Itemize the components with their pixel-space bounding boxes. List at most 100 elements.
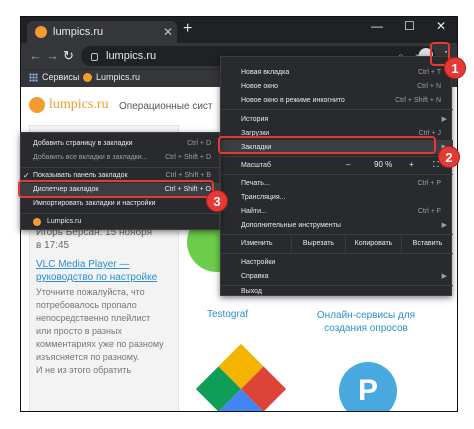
submenu-divider bbox=[21, 167, 221, 168]
article-link-cont[interactable]: руководство по настройке bbox=[36, 271, 172, 284]
menu-item-label: Справка bbox=[241, 272, 269, 280]
minimize-button[interactable]: — bbox=[371, 19, 383, 33]
step-badge-3: 3 bbox=[206, 190, 228, 212]
zoom-out-button[interactable]: – bbox=[346, 158, 350, 172]
bookmark-services[interactable]: Сервисы bbox=[29, 72, 79, 82]
back-arrow-icon[interactable]: ← bbox=[29, 48, 42, 63]
testograf-link[interactable]: Testograf bbox=[207, 309, 248, 320]
menu-divider bbox=[221, 234, 453, 235]
menu-item-label: Масштаб bbox=[241, 161, 271, 169]
menu-item-more-tools[interactable]: Дополнительные инструменты ▶ bbox=[221, 218, 453, 232]
highlight-bookmarks-item bbox=[218, 136, 436, 154]
menu-item-shortcut: Ctrl + F bbox=[417, 207, 441, 215]
menu-item-shortcut: Ctrl + T bbox=[417, 68, 441, 76]
tab-bar: lumpics.ru ✕ + — ☐ ✕ bbox=[21, 17, 457, 43]
comment-text-line: потребовалось пропало bbox=[36, 300, 137, 310]
submenu-item-add-all[interactable]: Добавить все вкладки в закладки... Ctrl … bbox=[21, 151, 221, 165]
comment-text-line: Уточните пожалуйста, что bbox=[36, 287, 145, 297]
bookmark-label: Сервисы bbox=[42, 72, 80, 82]
submenu-item-label: Добавить страницу в закладки bbox=[33, 140, 133, 147]
menu-item-shortcut: Ctrl + P bbox=[417, 179, 441, 187]
site-favicon-icon bbox=[35, 26, 47, 38]
menu-item-shortcut: Ctrl + Shift + N bbox=[395, 96, 441, 104]
new-tab-button[interactable]: + bbox=[183, 20, 192, 38]
submenu-item-import[interactable]: Импортировать закладки и настройки bbox=[21, 197, 221, 211]
lock-icon bbox=[91, 53, 98, 61]
bookmark-lumpics[interactable]: Lumpics.ru bbox=[83, 72, 140, 82]
submenu-item-shortcut: Ctrl + Shift + D bbox=[165, 154, 211, 161]
apps-icon bbox=[29, 72, 38, 82]
site-nav-text[interactable]: Операционные сист bbox=[119, 101, 213, 112]
menu-item-find[interactable]: Найти... Ctrl + F bbox=[221, 204, 453, 218]
menu-item-print[interactable]: Печать... Ctrl + P bbox=[221, 176, 453, 190]
submenu-item-label: Lumpics.ru bbox=[47, 218, 82, 225]
p-logo[interactable]: P bbox=[339, 362, 397, 411]
menu-divider bbox=[221, 253, 453, 254]
menu-item-help[interactable]: Справка ▶ bbox=[221, 269, 453, 283]
online-surveys-link[interactable]: Онлайн-сервисы для создания опросов bbox=[311, 309, 421, 335]
comment-text-line: комментариях уже по разному bbox=[36, 339, 164, 349]
forward-arrow-icon[interactable]: → bbox=[46, 48, 59, 63]
cut-button[interactable]: Вырезать bbox=[291, 236, 345, 252]
checkmark-icon: ✓ bbox=[23, 171, 30, 180]
menu-item-incognito[interactable]: Новое окно в режиме инкогнито Ctrl + Shi… bbox=[221, 93, 453, 107]
menu-item-history[interactable]: История ▶ bbox=[221, 112, 453, 126]
menu-item-label: Трансляция... bbox=[241, 193, 286, 201]
submenu-item-shortcut: Ctrl + D bbox=[187, 140, 211, 147]
article-link[interactable]: VLC Media Player — bbox=[36, 258, 172, 271]
comment-text-line: И не из этого обратить bbox=[36, 365, 132, 375]
submenu-item-lumpics[interactable]: Lumpics.ru bbox=[21, 215, 221, 229]
submenu-arrow-icon: ▶ bbox=[441, 116, 447, 123]
comment-card: Игорь Берсан: 15 ноября в 17:45 VLC Medi… bbox=[36, 226, 172, 411]
step-badge-2: 2 bbox=[438, 146, 460, 168]
step-badge-1: 1 bbox=[444, 57, 466, 79]
menu-item-new-window[interactable]: Новое окно Ctrl + N bbox=[221, 79, 453, 93]
submenu-divider bbox=[21, 213, 221, 214]
menu-item-cast[interactable]: Трансляция... bbox=[221, 190, 453, 204]
menu-item-exit[interactable]: Выход bbox=[221, 284, 453, 298]
browser-tab[interactable]: lumpics.ru ✕ bbox=[27, 21, 177, 43]
menu-item-label: Выход bbox=[241, 288, 262, 295]
chrome-main-menu: Новая вкладка Ctrl + T Новое окно Ctrl +… bbox=[220, 56, 453, 298]
colorful-diamond-logo[interactable] bbox=[195, 343, 287, 411]
menu-edit-row: Изменить Вырезать Копировать Вставить bbox=[221, 236, 453, 252]
menu-item-label: Печать... bbox=[241, 179, 270, 187]
bookmark-label: Lumpics.ru bbox=[96, 72, 141, 82]
menu-item-zoom: Масштаб – 90 % + ⛶ bbox=[221, 158, 453, 172]
maximize-button[interactable]: ☐ bbox=[404, 19, 415, 33]
menu-item-label: Найти... bbox=[241, 207, 267, 215]
menu-divider bbox=[221, 174, 453, 175]
menu-item-new-tab[interactable]: Новая вкладка Ctrl + T bbox=[221, 65, 453, 79]
zoom-value: 90 % bbox=[374, 160, 393, 169]
comment-text-line: или просто в разных bbox=[36, 326, 122, 336]
menu-item-settings[interactable]: Настройки bbox=[221, 255, 453, 269]
edit-label: Изменить bbox=[241, 240, 273, 247]
comment-text-line: непосредственно плейлист bbox=[36, 313, 151, 323]
submenu-item-add-page[interactable]: Добавить страницу в закладки Ctrl + D bbox=[21, 137, 221, 151]
p-letter: P bbox=[357, 374, 378, 407]
copy-button[interactable]: Копировать bbox=[345, 236, 401, 252]
submenu-item-label: Показывать панель закладок bbox=[33, 172, 128, 179]
menu-item-label: Новое окно в режиме инкогнито bbox=[241, 96, 345, 104]
tab-title: lumpics.ru bbox=[53, 26, 104, 38]
online-surveys-line: Онлайн-сервисы для bbox=[316, 310, 416, 321]
menu-item-label: Новая вкладка bbox=[241, 68, 290, 76]
reload-icon[interactable]: ↻ bbox=[63, 48, 74, 64]
site-favicon-icon bbox=[83, 72, 92, 82]
comment-date: в 17:45 bbox=[36, 240, 70, 251]
online-surveys-line: создания опросов bbox=[324, 323, 408, 334]
zoom-in-button[interactable]: + bbox=[409, 158, 414, 172]
close-window-button[interactable]: ✕ bbox=[436, 19, 446, 33]
submenu-item-label: Добавить все вкладки в закладки... bbox=[33, 154, 148, 161]
tab-close-icon[interactable]: ✕ bbox=[159, 25, 177, 39]
menu-item-label: История bbox=[241, 115, 269, 123]
paste-button[interactable]: Вставить bbox=[401, 236, 453, 252]
menu-divider bbox=[221, 156, 453, 157]
submenu-item-shortcut: Ctrl + Shift + B bbox=[165, 172, 211, 179]
menu-divider bbox=[221, 109, 453, 110]
menu-item-label: Настройки bbox=[241, 258, 276, 266]
logo-sun-icon bbox=[29, 97, 45, 113]
menu-item-label: Новое окно bbox=[241, 82, 279, 90]
menu-item-label: Дополнительные инструменты bbox=[241, 221, 341, 229]
site-logo[interactable]: lumpics.ru bbox=[29, 97, 109, 113]
